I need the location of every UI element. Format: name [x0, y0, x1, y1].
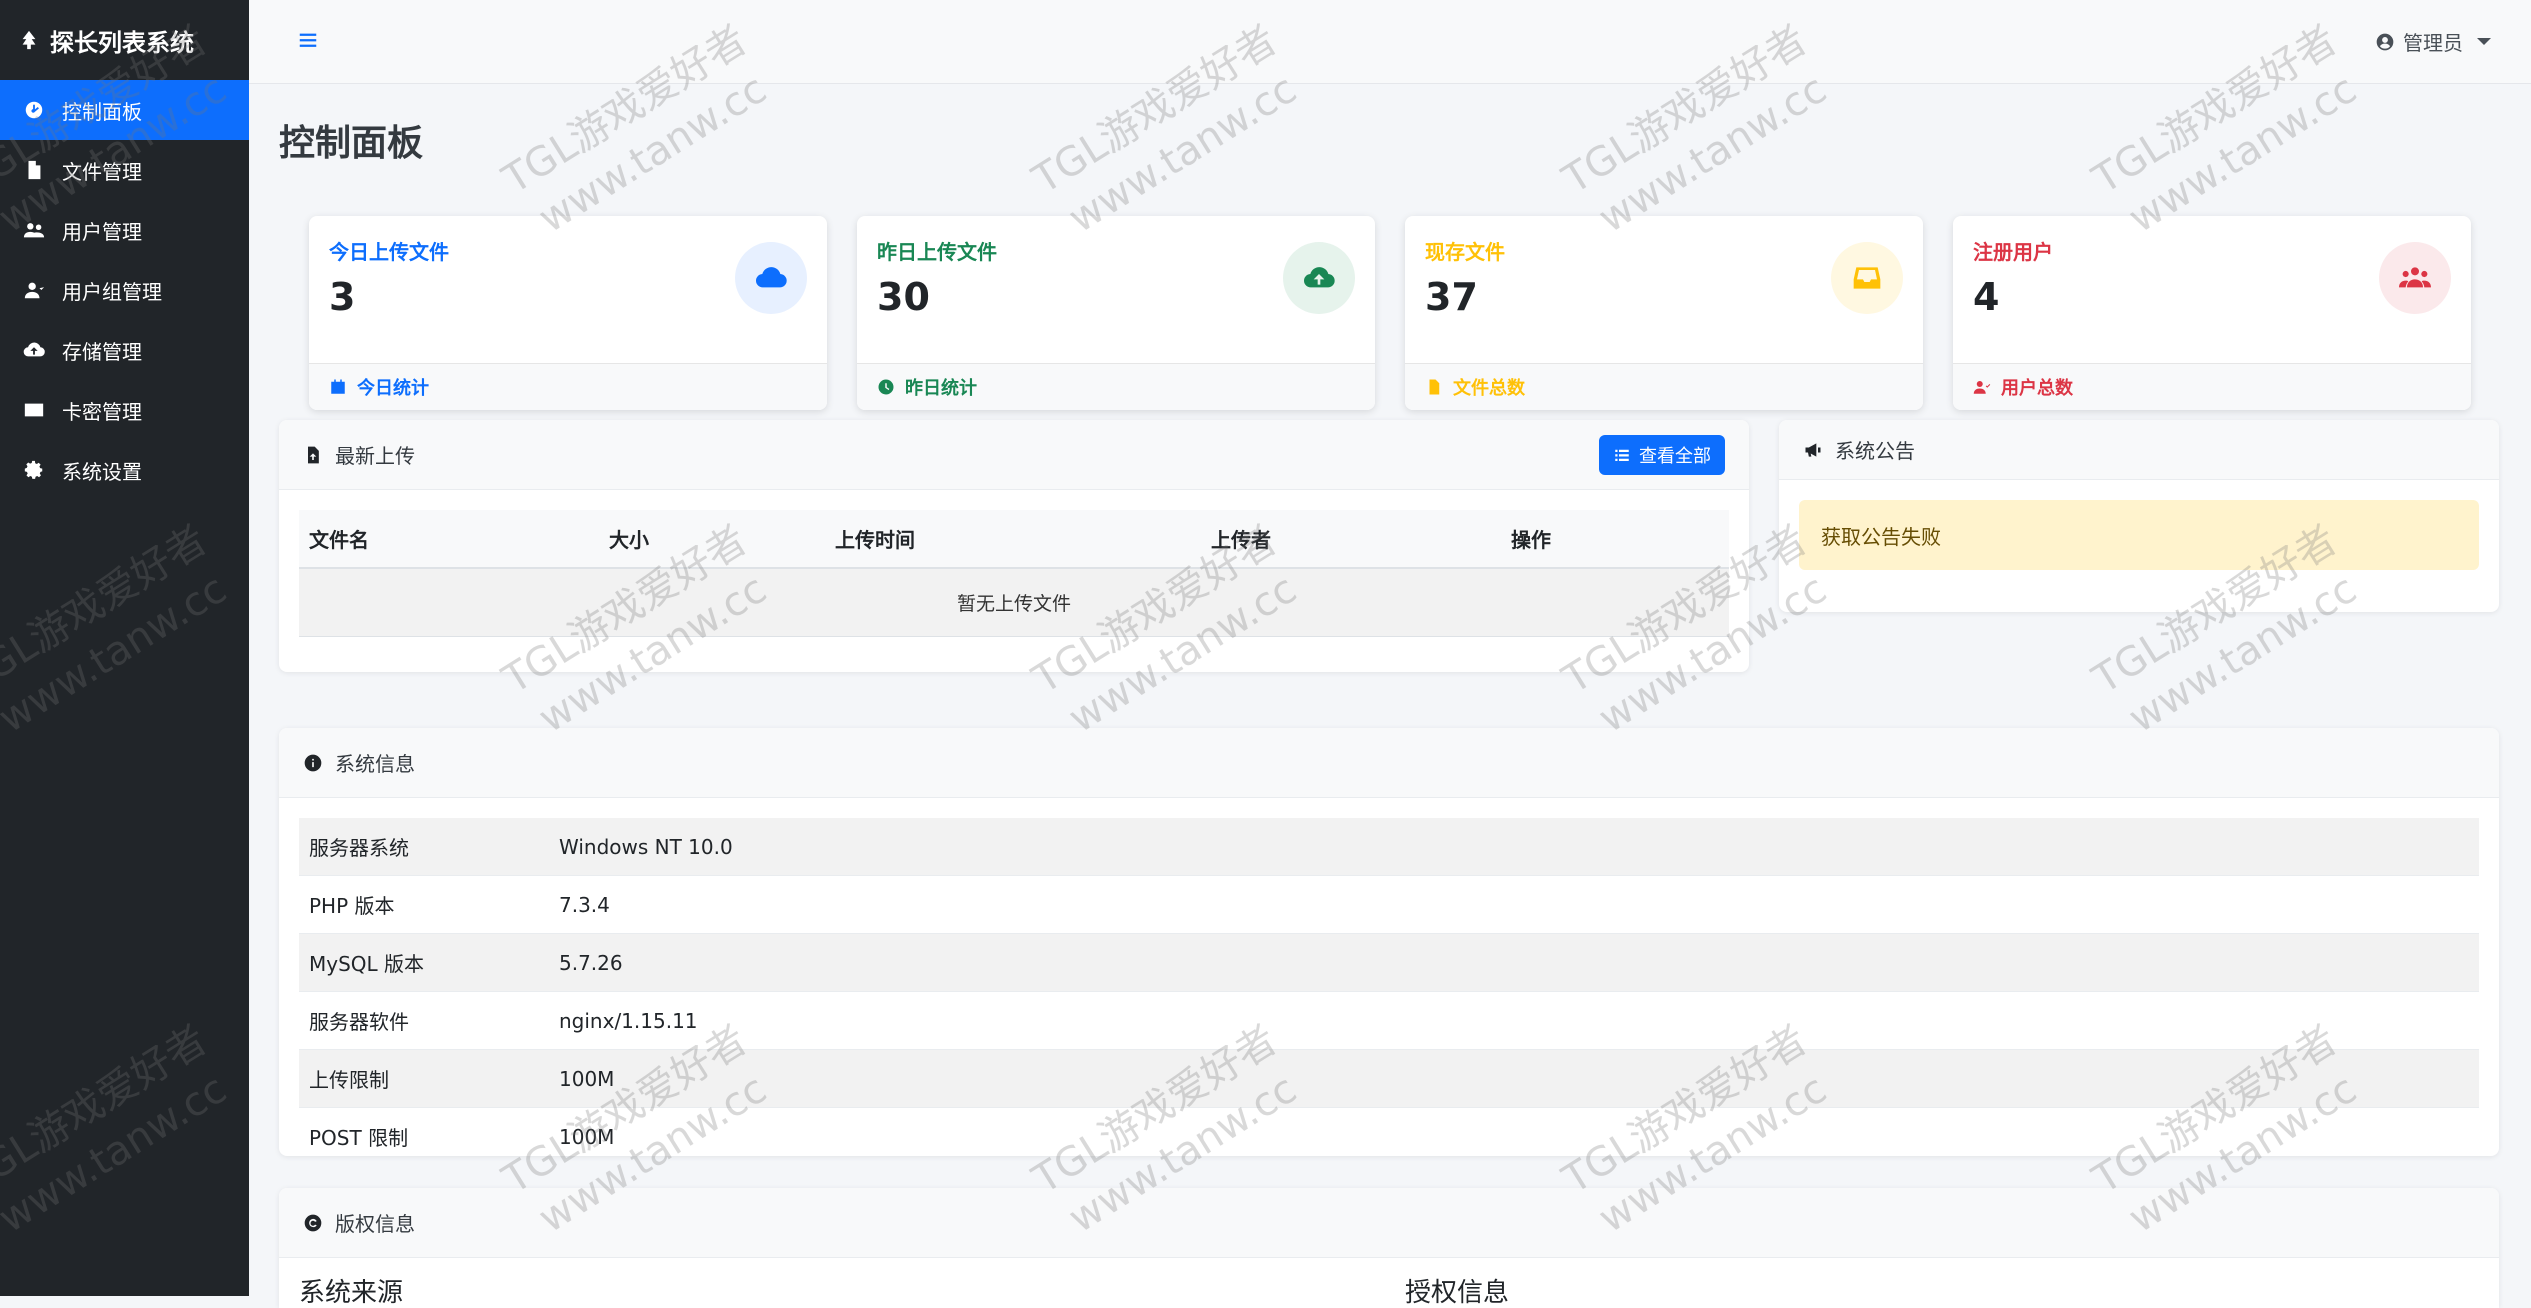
sidebar-item-label: 卡密管理 — [62, 399, 142, 424]
card-title: 最新上传 — [335, 444, 415, 468]
users-icon — [22, 218, 46, 242]
stats-row: 今日上传文件 3 今日统计 昨日上传文件 30 昨日统计 现存文件 37 文件总… — [309, 216, 2500, 410]
sidebar-item-cards[interactable]: 卡密管理 — [0, 380, 249, 440]
card-title: 版权信息 — [335, 1212, 415, 1236]
column-header[interactable]: 文件名 — [299, 510, 599, 569]
table-row: PHP 版本 7.3.4 — [299, 875, 2479, 934]
info-key: 服务器系统 — [299, 818, 549, 876]
cloud-icon — [735, 242, 807, 314]
info-value: 100M — [549, 1107, 2479, 1156]
sidebar-item-storage[interactable]: 存储管理 — [0, 320, 249, 380]
page-title: 控制面板 — [279, 123, 424, 164]
stat-footer-label: 今日统计 — [357, 378, 429, 399]
cloud-upload-icon — [22, 338, 46, 362]
column-header[interactable]: 上传时间 — [825, 510, 1201, 569]
system-info-table: 服务器系统 Windows NT 10.0 PHP 版本 7.3.4 MySQL 版… — [299, 818, 2479, 1156]
announcement-card: 系统公告 获取公告失败 — [1779, 420, 2499, 612]
stat-footer-label: 文件总数 — [1453, 378, 1525, 399]
user-menu[interactable]: 管理员 — [2375, 27, 2491, 56]
table-row: 暂无上传文件 — [299, 568, 1729, 637]
info-value: 100M — [549, 1049, 2479, 1108]
file-icon — [1429, 379, 1440, 395]
info-value: Windows NT 10.0 — [549, 818, 2479, 876]
stat-card-files: 现存文件 37 文件总数 — [1405, 216, 1923, 410]
table-row: MySQL 版本 5.7.26 — [299, 933, 2479, 992]
info-key: 上传限制 — [299, 1049, 549, 1108]
column-header[interactable]: 大小 — [599, 510, 825, 569]
sidebar-item-files[interactable]: 文件管理 — [0, 140, 249, 200]
system-source-heading: 系统来源 — [299, 1278, 404, 1308]
credit-card-icon — [22, 398, 46, 422]
sidebar-item-users[interactable]: 用户管理 — [0, 200, 249, 260]
user-check-icon — [1973, 381, 1991, 394]
users-icon — [2379, 242, 2451, 314]
sidebar-item-label: 文件管理 — [62, 159, 142, 184]
stat-card-yesterday: 昨日上传文件 30 昨日统计 — [857, 216, 1375, 410]
megaphone-icon — [1805, 442, 1821, 457]
brand-title: 探长列表系统 — [50, 28, 194, 57]
column-header: 操作 — [1501, 510, 1729, 569]
sidebar-item-label: 用户管理 — [62, 219, 142, 244]
info-key: 服务器软件 — [299, 991, 549, 1050]
stat-label: 注册用户 — [1973, 240, 2053, 264]
uploads-table: 文件名 大小 上传时间 上传者 操作 暂无上传文件 — [299, 510, 1729, 637]
topbar: 管理员 — [249, 0, 2531, 84]
sidebar-item-dashboard[interactable]: 控制面板 — [0, 80, 249, 140]
column-header[interactable]: 上传者 — [1201, 510, 1501, 569]
card-title: 系统信息 — [335, 752, 415, 776]
table-row: 服务器系统 Windows NT 10.0 — [299, 818, 2479, 876]
stat-card-today: 今日上传文件 3 今日统计 — [309, 216, 827, 410]
info-value: nginx/1.15.11 — [549, 991, 2479, 1050]
user-circle-icon — [2376, 33, 2394, 50]
system-info-card: 系统信息 服务器系统 Windows NT 10.0 PHP 版本 7.3.4 My… — [279, 728, 2499, 1156]
info-icon — [304, 754, 322, 771]
sidebar-item-user-groups[interactable]: 用户组管理 — [0, 260, 249, 320]
menu-toggle-icon[interactable] — [297, 29, 319, 55]
view-all-button[interactable]: 查看全部 — [1599, 434, 1725, 475]
table-row: 服务器软件 nginx/1.15.11 — [299, 991, 2479, 1050]
gear-icon — [22, 458, 46, 482]
sidebar-item-label: 存储管理 — [62, 339, 142, 364]
empty-message: 暂无上传文件 — [299, 568, 1729, 637]
info-key: POST 限制 — [299, 1107, 549, 1156]
sidebar-item-label: 用户组管理 — [62, 279, 162, 304]
gauge-icon — [22, 98, 46, 122]
info-value: 5.7.26 — [549, 933, 2479, 992]
copyright-card: 版权信息 系统来源 授权信息 — [279, 1188, 2499, 1308]
stat-footer-label: 用户总数 — [2001, 378, 2073, 399]
table-row: 上传限制 100M — [299, 1049, 2479, 1108]
inbox-icon — [1831, 242, 1903, 314]
copyright-icon — [304, 1214, 322, 1231]
file-icon — [22, 158, 46, 182]
card-title: 系统公告 — [1835, 439, 1915, 463]
user-group-icon — [22, 278, 46, 302]
info-key: PHP 版本 — [299, 875, 549, 934]
recent-uploads-card: 最新上传 查看全部 文件名 大小 上传时间 上传者 操作 暂无上传文件 — [279, 420, 1749, 672]
main-content: 控制面板 今日上传文件 3 今日统计 昨日上传文件 30 昨日统计 现存文件 3… — [279, 84, 2500, 410]
user-name: 管理员 — [2403, 31, 2463, 55]
view-all-label: 查看全部 — [1639, 445, 1711, 467]
stat-label: 昨日上传文件 — [877, 240, 997, 264]
tree-icon — [22, 30, 36, 50]
sidebar-item-settings[interactable]: 系统设置 — [0, 440, 249, 500]
brand[interactable]: 探长列表系统 — [0, 0, 249, 80]
chevron-down-icon — [2477, 38, 2491, 45]
list-icon — [1615, 449, 1629, 461]
info-value: 7.3.4 — [549, 875, 2479, 934]
info-key: MySQL 版本 — [299, 933, 549, 992]
stat-label: 现存文件 — [1425, 240, 1505, 264]
stat-label: 今日上传文件 — [329, 240, 449, 264]
stat-card-users: 注册用户 4 用户总数 — [1953, 216, 2471, 410]
clock-icon — [878, 379, 894, 395]
announcement-alert: 获取公告失败 — [1799, 500, 2479, 570]
sidebar-item-label: 控制面板 — [62, 99, 142, 124]
file-upload-icon — [308, 446, 319, 463]
cloud-upload-icon — [1283, 242, 1355, 314]
license-heading: 授权信息 — [1405, 1278, 1510, 1308]
stat-footer-label: 昨日统计 — [905, 378, 977, 399]
sidebar: 探长列表系统 控制面板 文件管理 用户管理 用户组管理 存储管理 卡密管理 系统… — [0, 0, 249, 1296]
calendar-icon — [331, 379, 345, 394]
sidebar-item-label: 系统设置 — [62, 459, 142, 484]
table-row: POST 限制 100M — [299, 1107, 2479, 1156]
